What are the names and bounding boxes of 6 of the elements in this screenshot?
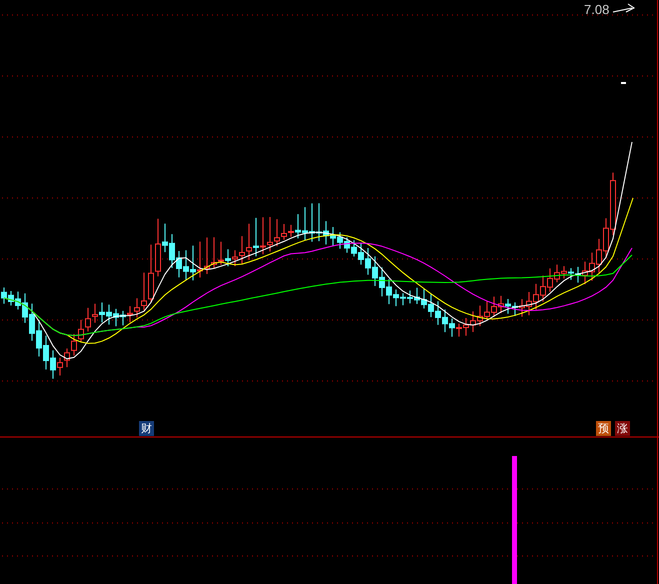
signal-badge: 预: [596, 421, 611, 436]
arrow-icon: [612, 4, 635, 12]
signal-badge: 涨: [615, 421, 630, 436]
price-label: 7.08: [584, 2, 610, 18]
signal-badge: 财: [139, 421, 154, 436]
marker-dash: [621, 82, 626, 84]
